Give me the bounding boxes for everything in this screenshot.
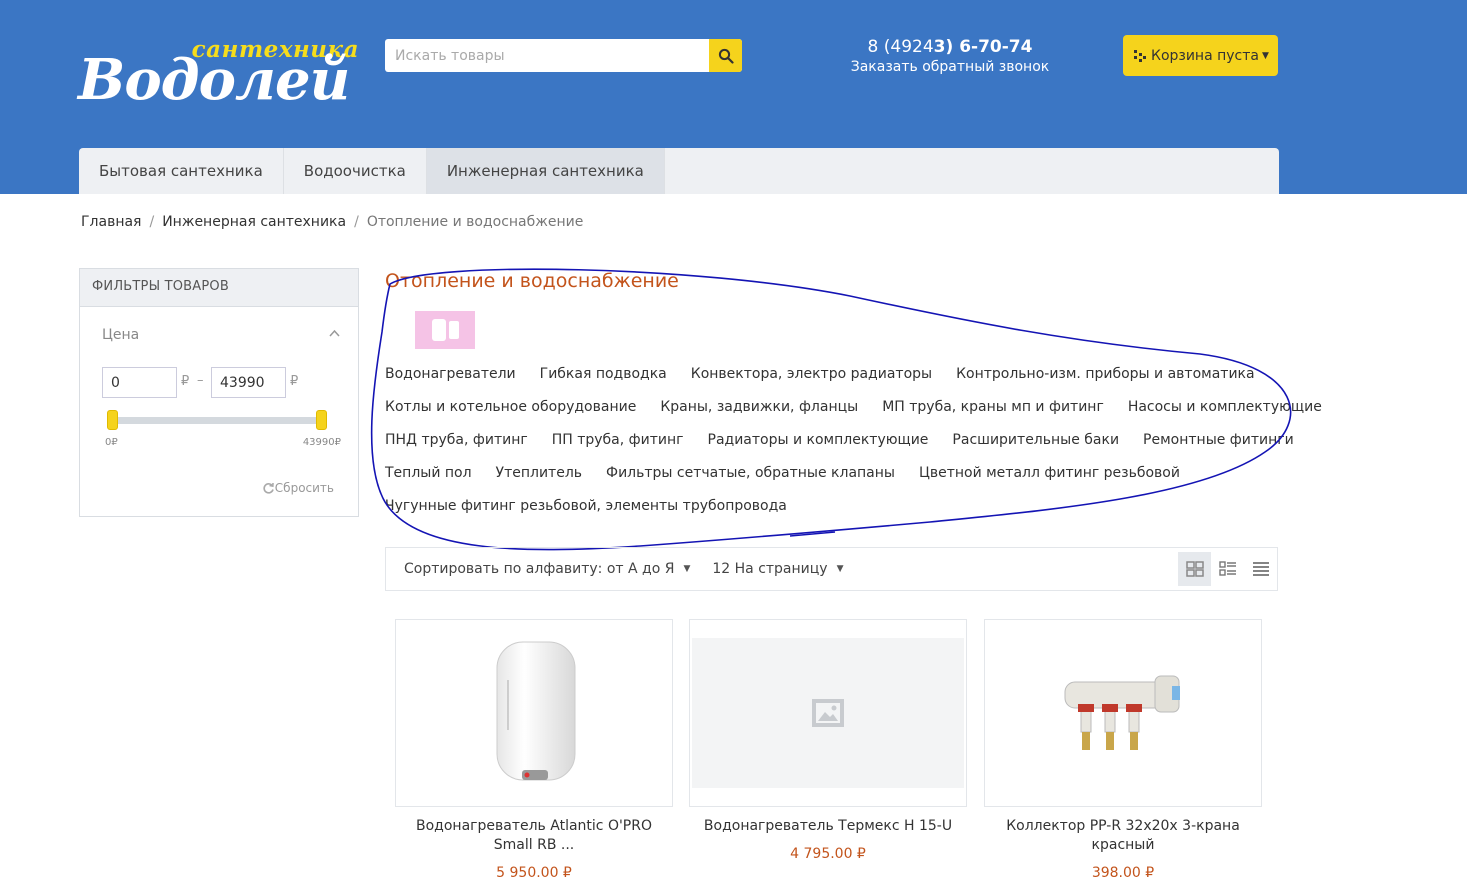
logo-title: Водолей xyxy=(78,47,350,113)
thumb-boiler-large xyxy=(431,319,446,341)
per-page-label: 12 На страницу xyxy=(712,561,828,577)
product-name[interactable]: Коллектор PP-R 32x20x 3-крана красный xyxy=(984,817,1262,855)
detail-view-button[interactable] xyxy=(1211,552,1244,586)
subcategory-link[interactable]: Фильтры сетчатые, обратные клапаны xyxy=(606,465,895,481)
water-heater-image xyxy=(496,641,576,781)
page-title: Отопление и водоснабжение xyxy=(385,270,679,292)
subcategory-link[interactable]: ПП труба, фитинг xyxy=(552,432,684,448)
product-image[interactable] xyxy=(984,619,1262,807)
breadcrumb-current: Отопление и водоснабжение xyxy=(366,214,584,230)
subcategory-row: ПНД труба, фитинг ПП труба, фитинг Радиа… xyxy=(385,423,1294,456)
range-dash: – xyxy=(197,373,204,388)
main-nav: Бытовая сантехника Водоочистка Инженерна… xyxy=(79,148,1279,194)
chevron-down-icon: ▼ xyxy=(836,564,844,574)
product-name[interactable]: Водонагреватель Термекс H 15-U xyxy=(689,817,967,836)
refresh-icon xyxy=(263,482,274,494)
view-switcher xyxy=(1178,548,1277,590)
range-min-label: 0₽ xyxy=(105,437,118,448)
cart-button[interactable]: Корзина пуста ▼ xyxy=(1123,35,1278,76)
nav-tab-engineering[interactable]: Инженерная сантехника xyxy=(426,148,665,194)
breadcrumb-separator: / xyxy=(354,214,359,230)
filter-panel: ФИЛЬТРЫ ТОВАРОВ Цена ₽ – ₽ 0₽ 43990₽ Сбр… xyxy=(79,268,359,517)
nav-tab-household[interactable]: Бытовая сантехника xyxy=(79,148,284,194)
subcategory-link[interactable]: ПНД труба, фитинг xyxy=(385,432,528,448)
product-price: 4 795.00 ₽ xyxy=(790,846,866,862)
product-name[interactable]: Водонагреватель Atlantic O'PRO Small RB … xyxy=(395,817,673,855)
subcategory-link[interactable]: Расширительные баки xyxy=(952,432,1119,448)
nav-tab-water-treatment[interactable]: Водоочистка xyxy=(284,148,427,194)
image-placeholder xyxy=(692,638,964,788)
breadcrumb-home[interactable]: Главная xyxy=(81,214,141,230)
breadcrumb-separator: / xyxy=(149,214,155,230)
subcategory-link[interactable]: Утеплитель xyxy=(496,465,582,481)
breadcrumb-engineering[interactable]: Инженерная сантехника xyxy=(162,214,346,230)
chevron-up-icon[interactable] xyxy=(329,329,340,337)
product-card[interactable]: Водонагреватель Термекс H 15-U 4 795.00 … xyxy=(689,619,967,862)
subcategory-link[interactable]: Котлы и котельное оборудование xyxy=(385,399,636,415)
subcategory-link[interactable]: МП труба, краны мп и фитинг xyxy=(882,399,1104,415)
subcategory-link[interactable]: Краны, задвижки, фланцы xyxy=(660,399,858,415)
subcategory-row: Теплый пол Утеплитель Фильтры сетчатые, … xyxy=(385,456,1285,489)
product-card[interactable]: Водонагреватель Atlantic O'PRO Small RB … xyxy=(395,619,673,881)
breadcrumb: Главная / Инженерная сантехника / Отопле… xyxy=(81,214,583,230)
sort-dropdown[interactable]: Сортировать по алфавиту: от А до Я ▼ xyxy=(404,561,690,577)
image-placeholder-icon xyxy=(812,699,844,727)
chevron-down-icon: ▼ xyxy=(1262,50,1269,61)
list-view-icon xyxy=(1252,562,1269,576)
per-page-dropdown[interactable]: 12 На страницу ▼ xyxy=(712,561,843,577)
currency-label: ₽ xyxy=(181,374,190,389)
subcategory-link[interactable]: Гибкая подводка xyxy=(540,366,667,382)
subcategory-link[interactable]: Контрольно-изм. приборы и автоматика xyxy=(956,366,1255,382)
product-price: 5 950.00 ₽ xyxy=(496,865,572,881)
reset-filter-button[interactable]: Сбросить xyxy=(262,481,334,495)
price-slider-min-handle[interactable] xyxy=(107,410,118,430)
price-slider-max-handle[interactable] xyxy=(316,410,327,430)
subcategory-link[interactable]: Конвектора, электро радиаторы xyxy=(691,366,932,382)
subcategory-row: Котлы и котельное оборудование Краны, за… xyxy=(385,390,1322,423)
site-header: сантехника Водолей 8 (49243) 6-70-74 Зак… xyxy=(0,0,1467,194)
search-icon xyxy=(718,48,734,64)
price-min-input[interactable] xyxy=(102,367,177,398)
price-filter-label[interactable]: Цена xyxy=(102,327,139,343)
subcategory-link[interactable]: Цветной металл фитинг резьбовой xyxy=(919,465,1180,481)
contact-block: 8 (49243) 6-70-74 Заказать обратный звон… xyxy=(850,37,1050,75)
search-input[interactable] xyxy=(385,39,709,72)
manifold-image xyxy=(1064,675,1180,750)
listing-toolbar: Сортировать по алфавиту: от А до Я ▼ 12 … xyxy=(385,547,1278,591)
grid-view-button[interactable] xyxy=(1178,552,1211,586)
subcategory-link[interactable]: Радиаторы и комплектующие xyxy=(708,432,929,448)
callback-link[interactable]: Заказать обратный звонок xyxy=(850,59,1050,75)
cart-label: Корзина пуста xyxy=(1151,47,1259,64)
subcategory-list: Водонагреватели Гибкая подводка Конвекто… xyxy=(385,357,1322,522)
site-logo[interactable]: сантехника Водолей xyxy=(78,34,363,114)
filter-title: ФИЛЬТРЫ ТОВАРОВ xyxy=(80,269,358,307)
subcategory-row: Водонагреватели Гибкая подводка Конвекто… xyxy=(385,357,1285,390)
price-max-input[interactable] xyxy=(211,367,286,398)
reset-label: Сбросить xyxy=(274,481,334,495)
search-button[interactable] xyxy=(709,39,742,72)
chevron-down-icon: ▼ xyxy=(683,564,691,574)
thumb-boiler-small xyxy=(448,321,459,339)
product-image[interactable] xyxy=(689,619,967,807)
currency-label: ₽ xyxy=(290,374,299,389)
search-bar xyxy=(385,39,742,72)
range-max-label: 43990₽ xyxy=(302,437,341,448)
detail-list-view-icon xyxy=(1218,561,1236,576)
subcategory-link[interactable]: Насосы и комплектующие xyxy=(1128,399,1322,415)
subcategory-link[interactable]: Чугунные фитинг резьбовой, элементы труб… xyxy=(385,498,787,514)
cart-grid-icon xyxy=(1134,49,1146,62)
subcategory-link[interactable]: Ремонтные фитинги xyxy=(1143,432,1294,448)
subcategory-row: Чугунные фитинг резьбовой, элементы труб… xyxy=(385,489,1285,522)
phone-number[interactable]: 8 (49243) 6-70-74 xyxy=(850,37,1050,57)
category-thumbnail[interactable] xyxy=(415,311,475,349)
sort-label: Сортировать по алфавиту: от А до Я xyxy=(404,561,675,577)
price-slider-track[interactable] xyxy=(110,417,325,424)
subcategory-link[interactable]: Теплый пол xyxy=(385,465,472,481)
product-card[interactable]: Коллектор PP-R 32x20x 3-крана красный 39… xyxy=(984,619,1262,881)
product-image[interactable] xyxy=(395,619,673,807)
subcategory-link[interactable]: Водонагреватели xyxy=(385,366,516,382)
list-view-button[interactable] xyxy=(1244,552,1277,586)
grid-view-icon xyxy=(1185,561,1204,577)
product-price: 398.00 ₽ xyxy=(1091,865,1155,881)
